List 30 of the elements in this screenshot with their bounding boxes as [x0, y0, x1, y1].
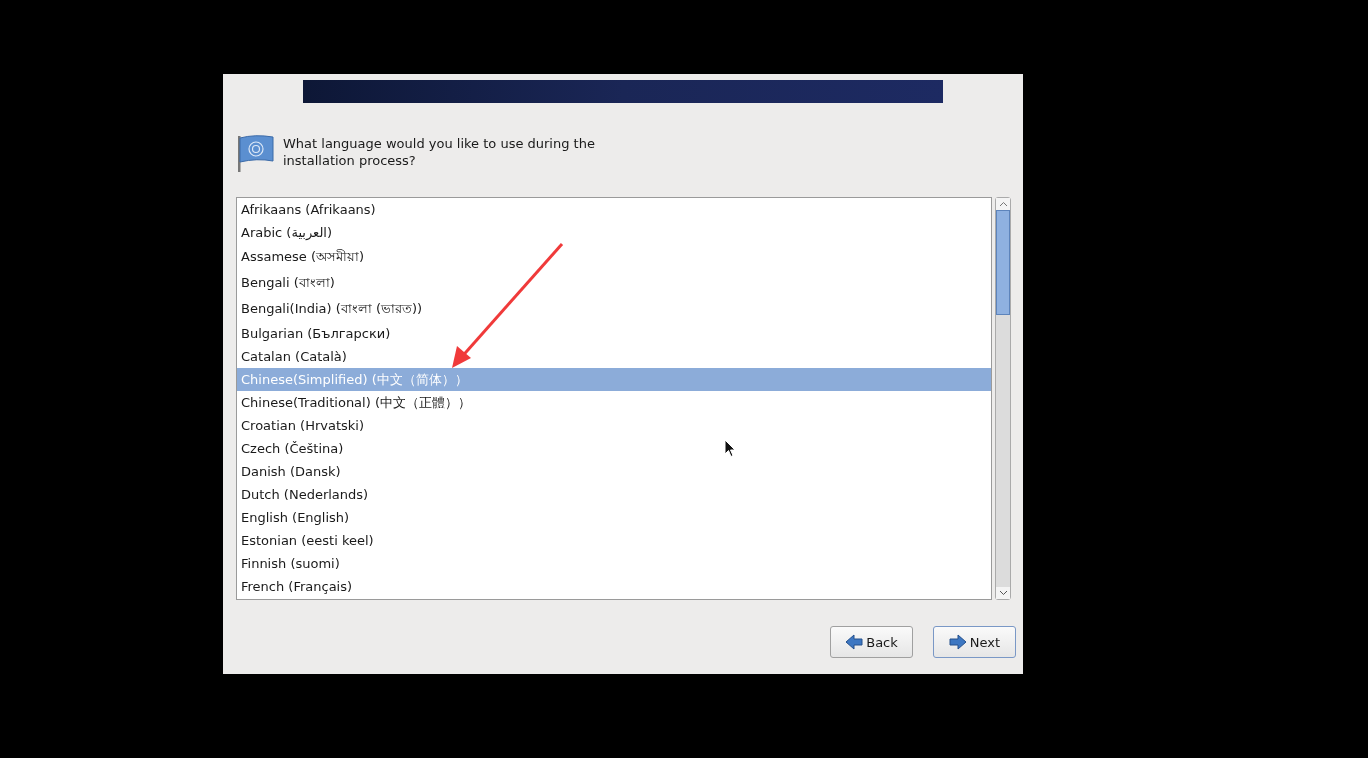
- language-item[interactable]: Danish (Dansk): [237, 460, 991, 483]
- language-item[interactable]: Catalan (Català): [237, 345, 991, 368]
- next-button[interactable]: Next: [933, 626, 1016, 658]
- language-item[interactable]: French (Français): [237, 575, 991, 598]
- language-item[interactable]: Estonian (eesti keel): [237, 529, 991, 552]
- prompt-text: What language would you like to use during the installation process?: [283, 135, 596, 170]
- language-item[interactable]: Bulgarian (Български): [237, 322, 991, 345]
- right-arrow-icon: [948, 634, 967, 650]
- caret-up-icon: [998, 201, 1008, 207]
- back-button[interactable]: Back: [830, 626, 913, 658]
- scrollbar[interactable]: [995, 197, 1011, 600]
- scroll-thumb[interactable]: [996, 210, 1010, 315]
- flag-icon: [235, 133, 275, 173]
- language-item[interactable]: Afrikaans (Afrikaans): [237, 198, 991, 221]
- scroll-down-button[interactable]: [996, 587, 1010, 599]
- language-list[interactable]: [236, 197, 992, 600]
- language-item[interactable]: Assamese (অসমীয়া): [237, 244, 991, 270]
- language-item[interactable]: Chinese(Traditional) (中文（正體））: [237, 391, 991, 414]
- language-item[interactable]: Czech (Čeština): [237, 437, 991, 460]
- mouse-cursor-icon: [724, 439, 736, 458]
- language-item[interactable]: English (English): [237, 506, 991, 529]
- language-item[interactable]: Bengali (বাংলা): [237, 270, 991, 296]
- left-arrow-icon: [845, 634, 864, 650]
- language-item[interactable]: Arabic (العربية): [237, 221, 991, 244]
- scroll-up-button[interactable]: [996, 198, 1010, 210]
- language-item[interactable]: Croatian (Hrvatski): [237, 414, 991, 437]
- language-item[interactable]: Finnish (suomi): [237, 552, 991, 575]
- language-item[interactable]: Bengali(India) (বাংলা (ভারত)): [237, 296, 991, 322]
- language-item[interactable]: Dutch (Nederlands): [237, 483, 991, 506]
- caret-down-icon: [998, 590, 1008, 596]
